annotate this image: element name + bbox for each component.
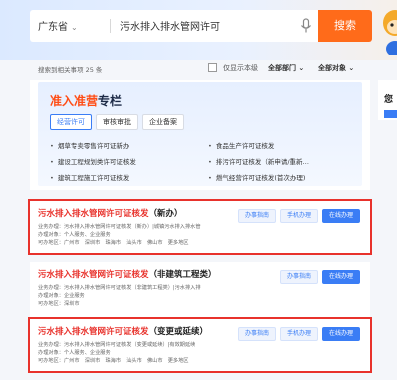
divider (110, 19, 111, 33)
region-select[interactable]: 广东省 ⌄ (38, 18, 78, 33)
tab-enterprise-filing[interactable]: 企业备案 (142, 114, 184, 130)
result-places: 可办地区：深圳市 (38, 301, 80, 307)
filter-bar: 搜索到相关事项 25 条 仅显示本级 全部部门 ⌄ 全部对象 ⌄ (30, 60, 372, 78)
search-box: 广东省 ⌄ 污水排入排水管网许可 搜索 (30, 10, 372, 42)
result-title-suffix: （新办） (148, 209, 183, 219)
result-object: 办理对象：个人服务、企业服务 (38, 232, 111, 238)
search-input[interactable]: 污水排入排水管网许可 (120, 18, 290, 33)
guide-button[interactable]: 办事指南 (238, 327, 276, 341)
mobile-handle-button[interactable]: 手机办理 (280, 209, 318, 223)
guide-button[interactable]: 办事指南 (280, 270, 318, 284)
local-only-checkbox[interactable] (208, 63, 217, 72)
result-item[interactable]: 污水排入排水管网许可证核发（变更或延续） 业务办理：污水排入排水管网许可证核发（… (28, 317, 372, 373)
feature-link[interactable]: 燃气经营许可证核发(首次办理) (208, 172, 306, 182)
result-business: 业务办理：污水排入排水管网许可证核发（新办）|城镇污水排入排水管 (38, 224, 201, 230)
side-card-title: 您 (384, 95, 394, 105)
result-title[interactable]: 污水排入排水管网许可证核发（非建筑工程类） (38, 268, 217, 280)
feature-title-suffix: 专栏 (98, 94, 123, 108)
feature-title: 准入准营专栏 (50, 92, 122, 109)
side-card: 您 (378, 80, 397, 120)
result-title[interactable]: 污水排入排水管网许可证核发（变更或延续） (38, 325, 208, 337)
microphone-icon[interactable] (300, 18, 312, 34)
feature-link[interactable]: 烟草专卖零售许可证新办 (50, 140, 130, 150)
mascot-image (383, 10, 397, 55)
result-title-main: 污水排入排水管网许可证核发 (38, 209, 149, 219)
feature-card: 准入准营专栏 经营许可 审核审批 企业备案 烟草专卖零售许可证新办 建设工程规划… (38, 82, 362, 186)
region-label: 广东省 (38, 22, 68, 33)
result-business: 业务办理：污水排入排水管网许可证核发（变更或延续）|有效期延续 (38, 342, 196, 348)
side-card-button[interactable] (384, 110, 397, 118)
feature-link[interactable]: 建筑工程施工许可证核发 (50, 172, 130, 182)
result-title-main: 污水排入排水管网许可证核发 (38, 270, 149, 280)
result-object: 办理对象：个人服务、企业服务 (38, 350, 111, 356)
feature-link[interactable]: 食品生产许可证核发 (208, 140, 275, 150)
feature-title-highlight: 准入准营 (50, 94, 99, 108)
result-title-suffix: （非建筑工程类） (148, 270, 217, 280)
search-button[interactable]: 搜索 (318, 10, 372, 42)
tab-review-approval[interactable]: 审核审批 (96, 114, 138, 130)
online-handle-button[interactable]: 在线办理 (322, 327, 360, 341)
feature-link[interactable]: 排污许可证核发（新申请/重新… (208, 156, 309, 166)
search-header: 广东省 ⌄ 污水排入排水管网许可 搜索 (0, 0, 397, 60)
result-item[interactable]: 污水排入排水管网许可证核发（非建筑工程类） 业务办理：污水排入排水管网许可证核发… (30, 262, 370, 318)
result-item[interactable]: 污水排入排水管网许可证核发（新办） 业务办理：污水排入排水管网许可证核发（新办）… (28, 199, 372, 255)
chevron-down-icon: ⌄ (71, 23, 78, 32)
result-count: 搜索到相关事项 25 条 (38, 66, 103, 74)
result-places: 可办地区：广州市 深圳市 珠海市 汕头市 佛山市 更多地区 (38, 240, 189, 246)
result-title-main: 污水排入排水管网许可证核发 (38, 327, 149, 337)
guide-button[interactable]: 办事指南 (238, 209, 276, 223)
result-title-suffix: （变更或延续） (148, 327, 209, 337)
result-business: 业务办理：污水排入排水管网许可证核发（非建筑工程类）|污水排入排 (38, 285, 201, 291)
feature-panel: 准入准营专栏 经营许可 审核审批 企业备案 烟草专卖零售许可证新办 建设工程规划… (30, 80, 370, 190)
online-handle-button[interactable]: 在线办理 (322, 270, 360, 284)
online-handle-button[interactable]: 在线办理 (322, 209, 360, 223)
tab-business-license[interactable]: 经营许可 (50, 114, 92, 130)
feature-link[interactable]: 建设工程规划类许可证核发 (50, 156, 136, 166)
object-dropdown[interactable]: 全部对象 ⌄ (318, 63, 354, 73)
result-title[interactable]: 污水排入排水管网许可证核发（新办） (38, 207, 183, 219)
result-places: 可办地区：广州市 深圳市 珠海市 汕头市 佛山市 更多地区 (38, 358, 189, 364)
local-only-label[interactable]: 仅显示本级 (223, 63, 258, 73)
mobile-handle-button[interactable]: 手机办理 (280, 327, 318, 341)
result-object: 办理对象：企业服务 (38, 293, 85, 299)
department-dropdown[interactable]: 全部部门 ⌄ (268, 63, 304, 73)
